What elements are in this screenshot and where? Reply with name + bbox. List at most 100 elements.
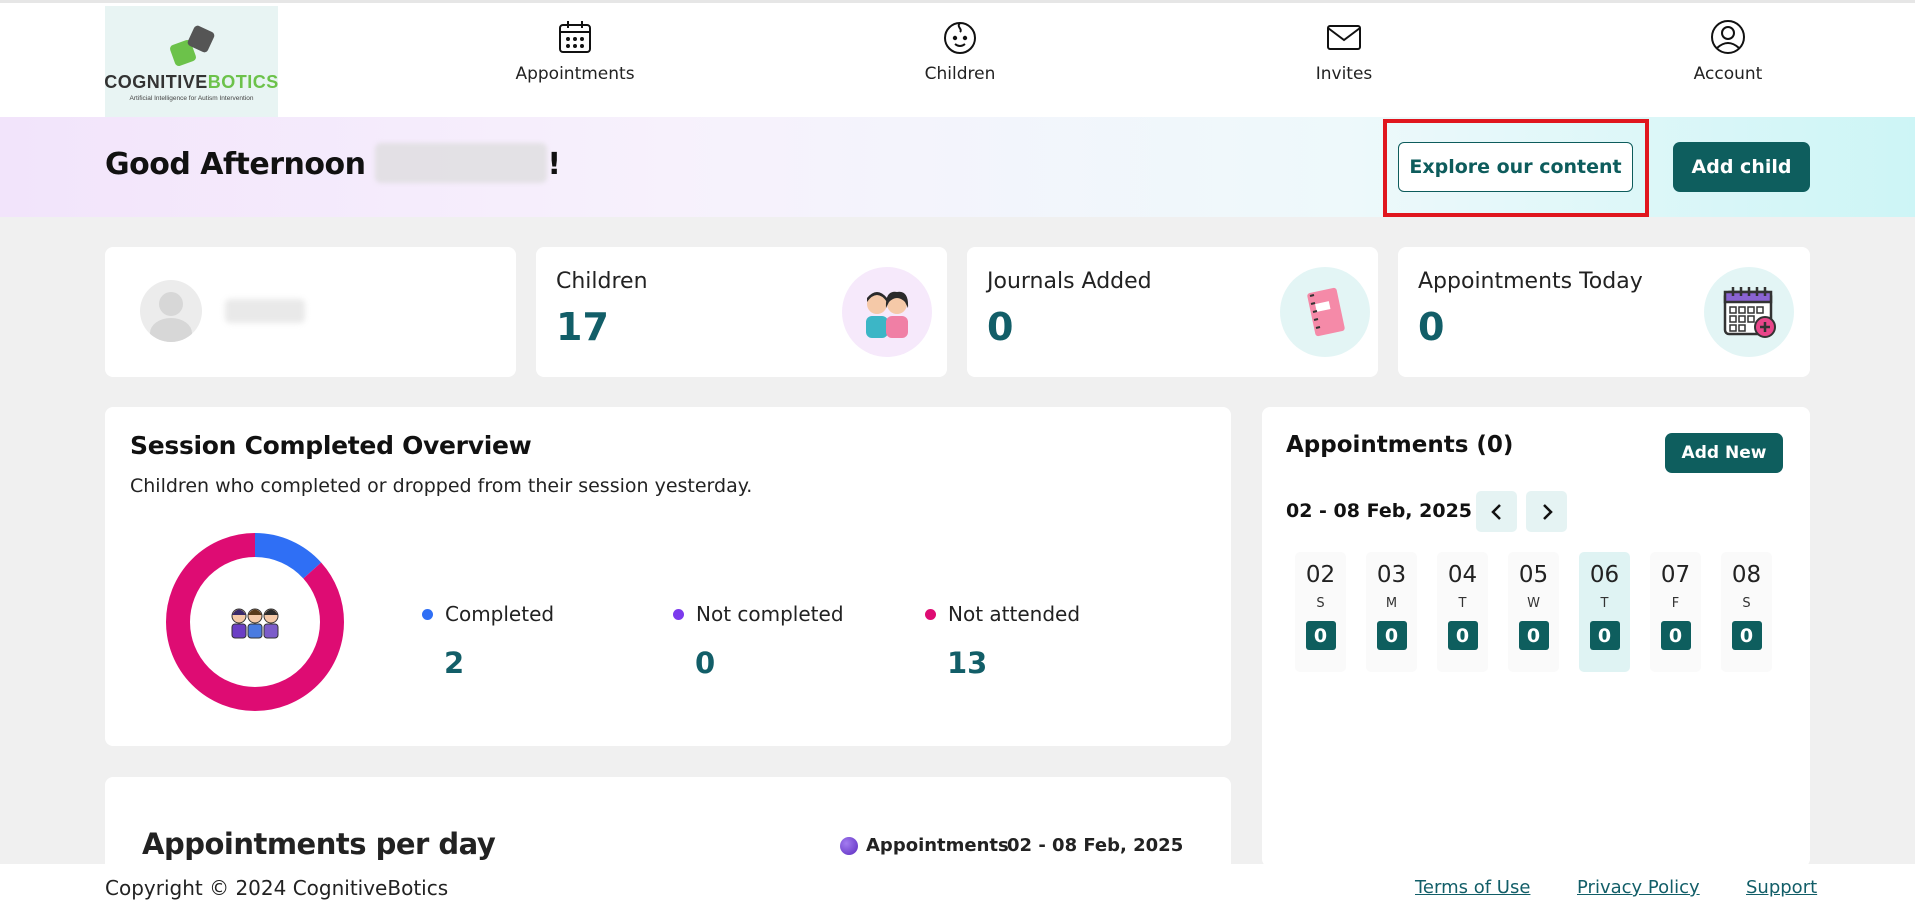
chevron-right-icon bbox=[1542, 503, 1553, 520]
next-week-button[interactable] bbox=[1526, 491, 1567, 532]
chevron-left-icon bbox=[1490, 503, 1501, 520]
day-appointment-count: 0 bbox=[1376, 621, 1407, 650]
day-date: 04 bbox=[1447, 562, 1478, 588]
legend-completed: Completed 2 bbox=[422, 602, 554, 680]
children-stat-card[interactable]: Children 17 bbox=[536, 247, 947, 377]
legend-not-attended-label: Not attended bbox=[948, 602, 1081, 626]
kids-illustration-icon bbox=[231, 608, 279, 639]
day-appointment-count: 0 bbox=[1305, 621, 1336, 650]
calendar-add-icon bbox=[1704, 267, 1794, 357]
nav-children[interactable]: Children bbox=[860, 18, 1060, 84]
session-donut-chart bbox=[166, 533, 344, 711]
top-navigation: COGNITIVEBOTICS Artificial Intelligence … bbox=[0, 0, 1915, 120]
appointments-today-title: Appointments Today bbox=[1418, 269, 1643, 294]
notebook-icon bbox=[1280, 267, 1370, 357]
legend-completed-label: Completed bbox=[445, 602, 555, 626]
completed-dot bbox=[422, 608, 433, 620]
week-day-selector: 02 S 0 03 M 0 04 T 0 05 W 0 06 T 0 07 F 0 08 S 0 bbox=[1295, 552, 1772, 672]
day-cell[interactable]: 08 S 0 bbox=[1721, 552, 1772, 672]
puzzle-logo-icon bbox=[168, 24, 216, 68]
baby-face-icon bbox=[944, 22, 976, 54]
terms-of-use-link[interactable]: Terms of Use bbox=[1415, 877, 1530, 898]
profile-card[interactable] bbox=[105, 247, 516, 377]
legend-not-completed-label: Not completed bbox=[696, 602, 844, 626]
journals-stat-card[interactable]: Journals Added 0 bbox=[967, 247, 1378, 377]
day-weekday: T bbox=[1458, 596, 1467, 611]
nav-invites[interactable]: Invites bbox=[1244, 18, 1444, 84]
greeting-heading: Good Afternoon ! bbox=[105, 142, 561, 183]
day-cell[interactable]: 04 T 0 bbox=[1437, 552, 1488, 672]
day-date: 02 bbox=[1305, 562, 1336, 588]
appointments-per-day-title: Appointments per day bbox=[142, 827, 496, 861]
avatar bbox=[140, 280, 202, 342]
day-date: 07 bbox=[1660, 562, 1691, 588]
legend-not-completed-value: 0 bbox=[695, 646, 716, 680]
appointments-today-value: 0 bbox=[1418, 305, 1445, 349]
nav-invites-label: Invites bbox=[1315, 64, 1373, 84]
appointments-legend: Appointments bbox=[840, 835, 1009, 856]
journals-stat-title: Journals Added bbox=[987, 269, 1152, 294]
previous-week-button[interactable] bbox=[1476, 491, 1517, 532]
session-overview-subtitle: Children who completed or dropped from t… bbox=[130, 475, 753, 497]
day-cell[interactable]: 07 F 0 bbox=[1650, 552, 1701, 672]
appointments-today-stat-card[interactable]: Appointments Today 0 bbox=[1398, 247, 1810, 377]
blurred-profile-name bbox=[225, 299, 305, 323]
legend-not-completed: Not completed 0 bbox=[673, 602, 844, 680]
not-attended-dot bbox=[925, 608, 936, 620]
envelope-icon bbox=[1327, 25, 1361, 50]
copyright-text: Copyright © 2024 CognitiveBotics bbox=[105, 876, 449, 900]
appointments-panel-title: Appointments (0) bbox=[1286, 432, 1514, 458]
privacy-policy-link[interactable]: Privacy Policy bbox=[1577, 877, 1700, 898]
logo-brand-text: COGNITIVEBOTICS bbox=[104, 72, 279, 92]
children-illustration-icon bbox=[842, 267, 932, 357]
explore-content-button[interactable]: Explore our content bbox=[1398, 142, 1633, 192]
journals-stat-value: 0 bbox=[987, 305, 1014, 349]
day-appointment-count: 0 bbox=[1731, 621, 1762, 650]
session-overview-title: Session Completed Overview bbox=[130, 431, 532, 460]
nav-appointments-label: Appointments bbox=[515, 64, 635, 84]
day-appointment-count: 0 bbox=[1660, 621, 1691, 650]
blurred-user-name bbox=[375, 142, 548, 183]
add-new-appointment-button[interactable]: Add New bbox=[1665, 433, 1783, 473]
legend-completed-value: 2 bbox=[444, 646, 465, 680]
day-appointment-count: 0 bbox=[1447, 621, 1478, 650]
calendar-icon bbox=[559, 21, 591, 53]
nav-account[interactable]: Account bbox=[1628, 18, 1828, 84]
day-weekday: T bbox=[1600, 596, 1609, 611]
appointments-panel: Appointments (0) Add New 02 - 08 Feb, 20… bbox=[1262, 407, 1810, 867]
day-date: 05 bbox=[1518, 562, 1549, 588]
day-appointment-count: 0 bbox=[1589, 621, 1620, 650]
day-date: 03 bbox=[1376, 562, 1407, 588]
day-cell[interactable]: 02 S 0 bbox=[1295, 552, 1346, 672]
day-cell[interactable]: 03 M 0 bbox=[1366, 552, 1417, 672]
logo-tagline: Artificial Intelligence for Autism Inter… bbox=[129, 95, 254, 102]
support-link[interactable]: Support bbox=[1746, 877, 1817, 898]
day-appointment-count: 0 bbox=[1518, 621, 1549, 650]
session-overview-card: Session Completed Overview Children who … bbox=[105, 407, 1231, 746]
appointments-legend-label: Appointments bbox=[866, 835, 1009, 856]
cognitivebotics-logo[interactable]: COGNITIVEBOTICS Artificial Intelligence … bbox=[104, 6, 279, 120]
day-weekday: S bbox=[1742, 596, 1751, 611]
day-weekday: W bbox=[1527, 596, 1540, 611]
day-cell[interactable]: 06 T 0 bbox=[1579, 552, 1630, 672]
not-completed-dot bbox=[673, 608, 684, 620]
legend-not-attended-value: 13 bbox=[947, 646, 988, 680]
nav-children-label: Children bbox=[924, 64, 996, 84]
footer: Copyright © 2024 CognitiveBotics Terms o… bbox=[0, 864, 1915, 911]
appointments-legend-dot bbox=[840, 836, 858, 855]
children-stat-title: Children bbox=[556, 269, 648, 294]
day-weekday: S bbox=[1316, 596, 1325, 611]
week-date-range: 02 - 08 Feb, 2025 bbox=[1286, 500, 1473, 522]
user-circle-icon bbox=[1711, 20, 1745, 54]
legend-not-attended: Not attended 13 bbox=[925, 602, 1080, 680]
nav-appointments[interactable]: Appointments bbox=[475, 18, 675, 84]
appointments-per-day-range: 02 - 08 Feb, 2025 bbox=[1007, 835, 1184, 856]
nav-account-label: Account bbox=[1693, 64, 1763, 84]
day-weekday: M bbox=[1385, 596, 1398, 611]
day-date: 08 bbox=[1731, 562, 1762, 588]
add-child-button[interactable]: Add child bbox=[1673, 142, 1810, 192]
day-date: 06 bbox=[1589, 562, 1620, 588]
children-stat-value: 17 bbox=[556, 305, 609, 349]
day-weekday: F bbox=[1671, 596, 1680, 611]
day-cell[interactable]: 05 W 0 bbox=[1508, 552, 1559, 672]
